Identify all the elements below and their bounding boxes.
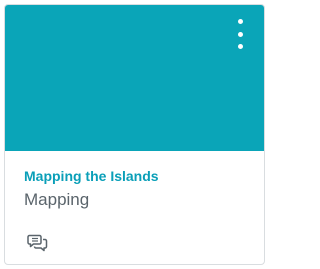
discussions-icon (27, 234, 48, 252)
discussions-button[interactable] (27, 233, 49, 253)
more-vertical-icon-dot (237, 31, 243, 37)
course-subtitle: Mapping (24, 190, 90, 209)
card-options-button[interactable] (230, 19, 250, 49)
course-title-link[interactable]: Mapping the Islands (24, 168, 159, 184)
course-card: Mapping the Islands Mapping (4, 4, 265, 265)
course-card-hero[interactable] (5, 5, 264, 151)
more-vertical-icon-dot (237, 44, 243, 49)
more-vertical-icon (237, 19, 243, 24)
